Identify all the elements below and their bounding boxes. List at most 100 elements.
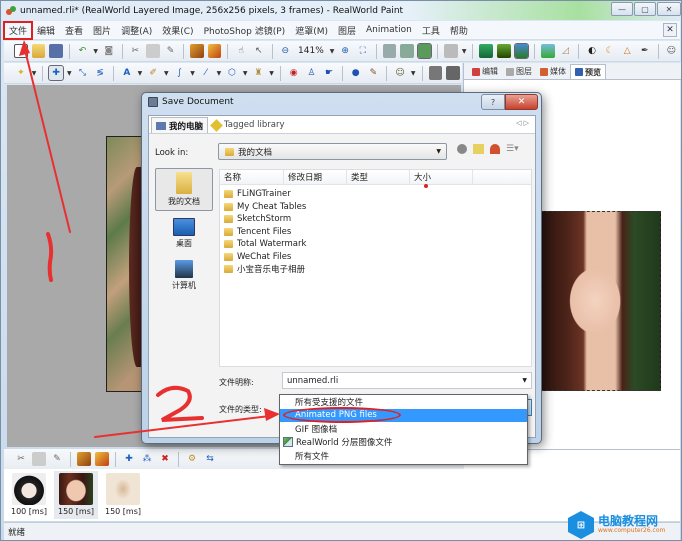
magic-wand-icon[interactable]: ✦ xyxy=(14,66,28,80)
brush-dropdown-icon[interactable]: ▼ xyxy=(164,70,169,77)
place-my-documents[interactable]: 我的文档 xyxy=(155,168,213,211)
move-dropdown-icon[interactable]: ▼ xyxy=(67,70,72,77)
undo-icon[interactable]: ↶ xyxy=(76,44,90,58)
maximize-button[interactable]: ▢ xyxy=(634,2,656,16)
menu-help[interactable]: 帮助 xyxy=(445,22,473,39)
filetype-option[interactable]: 所有受支援的文件 xyxy=(280,395,527,409)
line-dropdown-icon[interactable]: ▼ xyxy=(217,70,222,77)
new-file-icon[interactable] xyxy=(14,44,28,58)
menu-mask[interactable]: 遮罩(M) xyxy=(290,22,333,39)
column-modified[interactable]: 修改日期 xyxy=(284,170,347,184)
frame-item[interactable]: 100 [ms] xyxy=(7,471,51,519)
file-row[interactable]: Total Watermark xyxy=(220,238,531,251)
tab-my-computer[interactable]: 我的电脑 xyxy=(151,117,209,133)
filetype-option[interactable]: GIF 图像档 xyxy=(280,422,527,436)
menu-effects[interactable]: 效果(C) xyxy=(157,22,198,39)
record-icon[interactable]: ◉ xyxy=(287,66,301,80)
frame-layers-icon[interactable] xyxy=(77,452,91,466)
swap-icon[interactable]: ⇆ xyxy=(203,452,217,466)
close-document-button[interactable]: ✕ xyxy=(663,23,677,37)
zoom-out-icon[interactable]: ⊖ xyxy=(278,44,292,58)
tab-edit[interactable]: 编辑 xyxy=(468,64,502,79)
tab-scroll-arrows[interactable]: ◁ ▷ xyxy=(516,119,529,127)
menu-image[interactable]: 图片 xyxy=(88,22,116,39)
layer-add-icon[interactable] xyxy=(207,44,222,58)
view-options-dropdown-icon[interactable]: ▼ xyxy=(462,48,467,55)
menu-view[interactable]: 查看 xyxy=(60,22,88,39)
favorites-icon[interactable] xyxy=(490,144,500,154)
file-row[interactable]: FLiNGTrainer xyxy=(220,188,531,201)
column-name[interactable]: 名称 xyxy=(220,170,284,184)
pin-icon[interactable]: ● xyxy=(349,66,363,80)
tab-media[interactable]: 媒体 xyxy=(536,64,570,79)
brush-icon[interactable]: ✐ xyxy=(146,66,160,80)
stamp-dropdown-icon[interactable]: ▼ xyxy=(269,70,274,77)
line-icon[interactable]: ⁄ xyxy=(199,66,213,80)
zoom-dropdown-icon[interactable]: ▼ xyxy=(330,48,335,55)
copy-frame-icon[interactable] xyxy=(32,452,46,466)
image-landscape-icon[interactable] xyxy=(479,44,493,58)
add-frame-icon[interactable]: ✚ xyxy=(122,452,136,466)
file-row[interactable]: 小宝音乐电子相册 xyxy=(220,263,531,276)
place-desktop[interactable]: 桌面 xyxy=(155,213,213,253)
chevron-down-icon[interactable]: ▼ xyxy=(522,377,527,384)
paste-icon[interactable]: ✎ xyxy=(164,44,178,58)
camera-icon[interactable]: ◙ xyxy=(102,44,116,58)
eyedropper-icon[interactable]: ✎ xyxy=(367,66,381,80)
layer-copy-icon[interactable] xyxy=(428,66,443,80)
tab-tagged-library[interactable]: Tagged library xyxy=(208,117,288,133)
copy-icon[interactable] xyxy=(146,44,160,58)
finger-icon[interactable]: ☛ xyxy=(322,66,336,80)
layers-icon[interactable] xyxy=(190,44,204,58)
close-button[interactable]: ✕ xyxy=(657,2,681,16)
moon-icon[interactable]: ☾ xyxy=(603,44,617,58)
cut-icon[interactable]: ✂ xyxy=(129,44,143,58)
layer-view-1-icon[interactable] xyxy=(382,44,397,58)
layer-view-2-icon[interactable] xyxy=(400,44,414,58)
triangle-icon[interactable]: △ xyxy=(620,44,634,58)
save-icon[interactable] xyxy=(49,44,63,58)
fit-screen-icon[interactable]: ⛶ xyxy=(356,44,370,58)
menu-tools[interactable]: 工具 xyxy=(417,22,445,39)
wand-dropdown-icon[interactable]: ▼ xyxy=(32,70,37,77)
column-size[interactable]: 大小 xyxy=(410,170,473,188)
text-dropdown-icon[interactable]: ▼ xyxy=(138,70,143,77)
image-grid-icon[interactable] xyxy=(496,44,511,58)
stamp-icon[interactable]: ♜ xyxy=(252,66,266,80)
frame-item[interactable]: 150 [ms] xyxy=(101,471,145,519)
delete-frame-icon[interactable]: ✖ xyxy=(158,452,172,466)
filetype-option[interactable]: 所有文件 xyxy=(280,449,527,463)
back-icon[interactable] xyxy=(457,144,467,154)
cut-frame-icon[interactable]: ✂ xyxy=(14,452,28,466)
help-pointer-icon[interactable]: ↖ xyxy=(252,44,266,58)
file-list[interactable]: 名称 修改日期 类型 大小 FLiNGTrainer My Cheat Tabl… xyxy=(219,169,532,367)
user-tool-icon[interactable]: ☺ xyxy=(393,66,407,80)
layer-view-3-icon[interactable] xyxy=(416,43,433,59)
canvas-image[interactable] xyxy=(106,136,146,392)
dialog-close-button[interactable]: ✕ xyxy=(505,94,538,110)
settings-gear-icon[interactable]: ⚙ xyxy=(185,452,199,466)
layer-merge-icon[interactable] xyxy=(446,66,460,80)
view-options-icon[interactable] xyxy=(444,44,458,58)
transform-icon[interactable]: ⤡ xyxy=(76,66,90,80)
menu-photoshop-filters[interactable]: PhotoShop 滤镜(P) xyxy=(199,22,291,39)
contrast-icon[interactable]: ◐ xyxy=(585,44,599,58)
text-icon[interactable]: A xyxy=(120,66,134,80)
menu-animation[interactable]: Animation xyxy=(361,22,417,39)
look-in-select[interactable]: 我的文档 ▼ xyxy=(218,143,447,160)
triangle-ruler-icon[interactable]: ◿ xyxy=(559,44,573,58)
warp-icon[interactable]: ≶ xyxy=(93,66,107,80)
dialog-help-button[interactable]: ? xyxy=(481,94,505,110)
file-row[interactable]: My Cheat Tables xyxy=(220,201,531,214)
filetype-option-selected[interactable]: Animated PNG files xyxy=(280,406,527,423)
zoom-level[interactable]: 141% xyxy=(298,46,324,56)
frame-add-layer-icon[interactable] xyxy=(95,452,109,466)
user-icon[interactable]: ☺ xyxy=(665,44,679,58)
tab-layers[interactable]: 图层 xyxy=(502,64,536,79)
paste-frame-icon[interactable]: ✎ xyxy=(50,452,64,466)
minimize-button[interactable]: — xyxy=(611,2,633,16)
image-preview-icon[interactable] xyxy=(513,43,530,59)
menu-edit[interactable]: 编辑 xyxy=(32,22,60,39)
menu-file[interactable]: 文件 xyxy=(2,20,34,40)
duplicate-frame-icon[interactable]: ⁂ xyxy=(140,452,154,466)
